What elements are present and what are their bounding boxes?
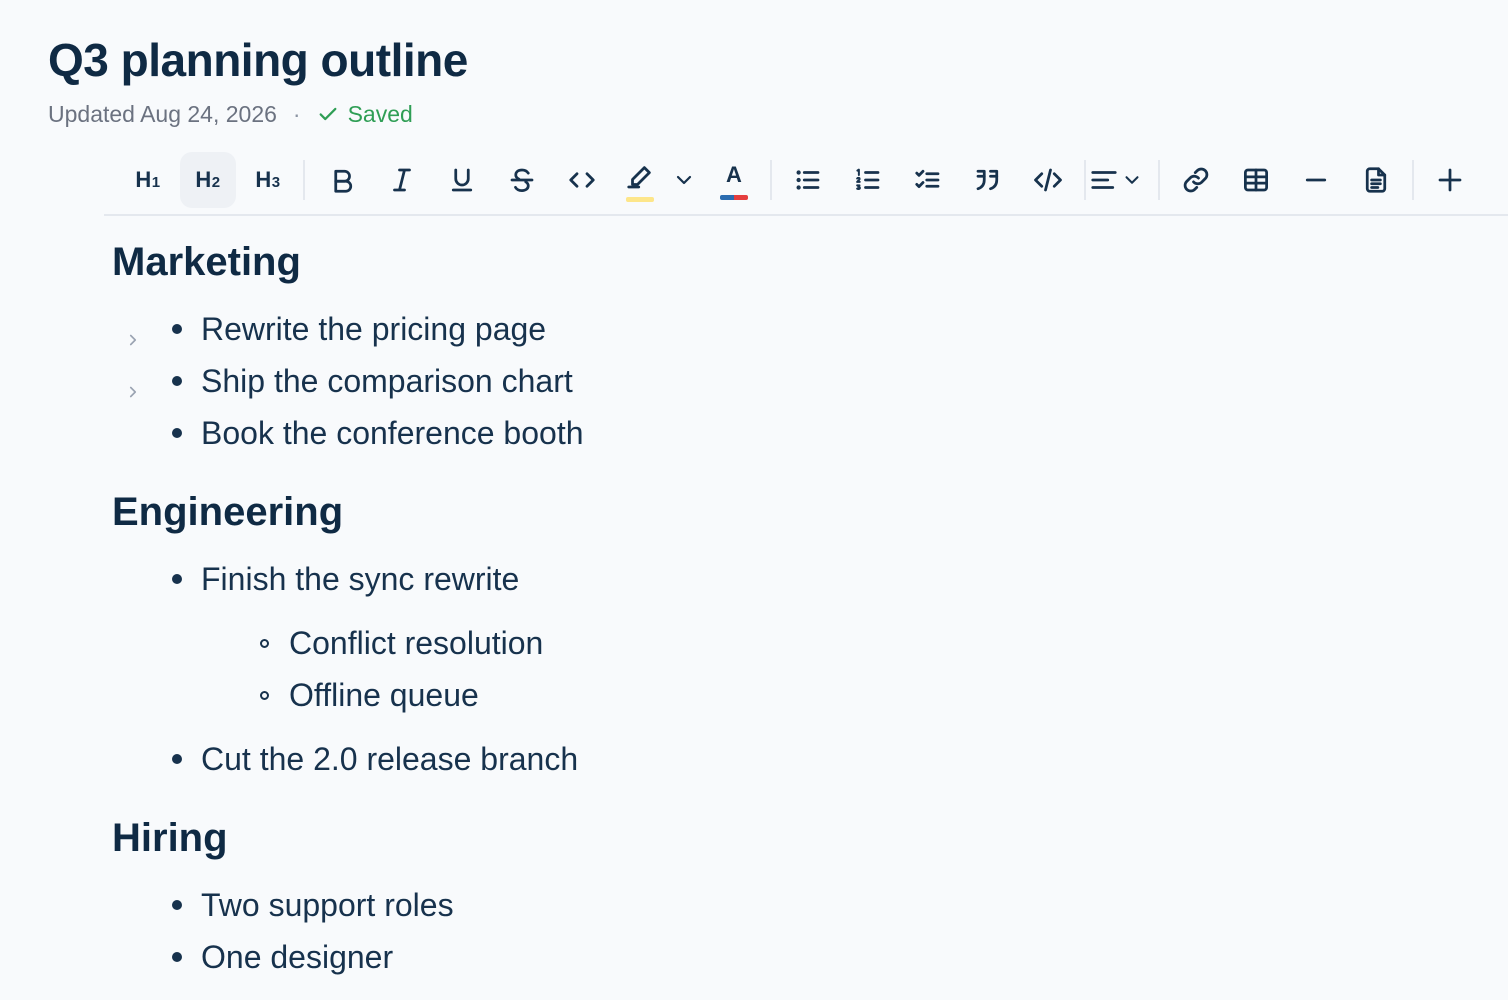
document-button[interactable] <box>1348 152 1404 208</box>
code-block-icon <box>1034 168 1062 192</box>
list-item-text: Rewrite the pricing page <box>201 310 547 347</box>
highlighter-icon <box>627 166 651 189</box>
list-item-text: Ship the comparison chart <box>201 362 573 399</box>
link-button[interactable] <box>1168 152 1224 208</box>
heading-1-label: H1 <box>135 167 161 192</box>
chevron-down-icon <box>676 175 692 185</box>
saved-label: Saved <box>347 100 413 127</box>
task-list-button[interactable] <box>900 152 956 208</box>
text-color-button[interactable]: A <box>706 152 762 208</box>
numbered-list-icon <box>856 168 880 191</box>
list-item[interactable]: One designer <box>112 935 812 979</box>
text-color-icon: A <box>726 162 742 187</box>
code-icon <box>569 172 595 188</box>
horizontal-rule-button[interactable] <box>1288 152 1344 208</box>
plus-icon <box>1438 168 1462 192</box>
page-title: Q3 planning outline <box>48 34 468 86</box>
list-item[interactable]: Cut the 2.0 release branch <box>112 737 812 781</box>
heading-1-button[interactable]: H1 <box>120 152 176 208</box>
list-item-text: Book the conference booth <box>201 414 584 451</box>
highlight-button[interactable] <box>612 152 668 208</box>
bullet-icon <box>172 952 182 962</box>
bullet-icon <box>172 428 182 438</box>
hollow-bullet-icon <box>260 638 269 648</box>
task-list-icon <box>915 169 940 188</box>
list-item[interactable]: Rewrite the pricing page <box>112 307 812 351</box>
text-align-button[interactable] <box>1088 152 1150 208</box>
numbered-list-button[interactable] <box>840 152 896 208</box>
list-item[interactable]: Book the conference booth <box>112 411 812 455</box>
inline-code-button[interactable] <box>554 152 610 208</box>
underline-icon <box>451 168 473 192</box>
toolbar-divider <box>1412 160 1414 200</box>
nested-list-item-text: Conflict resolution <box>289 624 544 661</box>
text-color-swatch <box>720 195 748 200</box>
heading-2-label: H2 <box>195 167 221 192</box>
document-icon <box>1365 167 1387 193</box>
highlight-color-swatch <box>626 197 654 202</box>
align-left-icon <box>1091 171 1117 189</box>
editor-toolbar: H1 H2 H3 A <box>104 148 1508 216</box>
toolbar-divider <box>770 160 772 200</box>
toolbar-divider <box>1158 160 1160 200</box>
bullet-icon <box>172 376 182 386</box>
highlight-dropdown-button[interactable] <box>662 152 706 208</box>
document-meta: Updated Aug 24, 2026 · Saved <box>48 98 468 130</box>
bullet-icon <box>172 754 182 764</box>
list-item-text: One designer <box>201 938 394 975</box>
table-button[interactable] <box>1228 152 1284 208</box>
heading-3-label: H3 <box>255 167 281 192</box>
save-status: Saved <box>317 101 413 128</box>
list-item-text: Cut the 2.0 release branch <box>201 740 579 777</box>
chevron-right-icon <box>129 386 137 398</box>
strikethrough-button[interactable] <box>494 152 550 208</box>
toolbar-divider <box>1084 160 1086 200</box>
underline-button[interactable] <box>434 152 490 208</box>
nested-list-item[interactable]: Conflict resolution <box>112 621 812 665</box>
section-heading-engineering: Engineering <box>112 490 344 534</box>
nested-list-item[interactable]: Offline queue <box>112 673 812 717</box>
expand-toggle[interactable] <box>124 320 142 346</box>
heading-2-button[interactable]: H2 <box>180 152 236 208</box>
list-item-text: Two support roles <box>201 886 454 923</box>
insert-button[interactable] <box>1422 152 1478 208</box>
section-heading-marketing: Marketing <box>112 240 301 284</box>
table-icon <box>1244 168 1268 192</box>
hollow-bullet-icon <box>260 690 269 700</box>
bold-icon <box>334 169 353 193</box>
chevron-right-icon <box>129 334 137 346</box>
list-item[interactable]: Ship the comparison chart <box>112 359 812 403</box>
code-block-button[interactable] <box>1020 152 1076 208</box>
list-item-text: Finish the sync rewrite <box>201 560 520 597</box>
link-icon <box>1183 167 1209 193</box>
meta-separator: · <box>292 100 301 127</box>
chevron-down-icon <box>1125 176 1139 184</box>
italic-button[interactable] <box>374 152 430 208</box>
bullet-icon <box>172 574 182 584</box>
toolbar-divider <box>303 160 305 200</box>
bullet-icon <box>172 324 182 334</box>
nested-list-item-text: Offline queue <box>289 676 479 713</box>
updated-timestamp: Updated Aug 24, 2026 <box>48 100 277 127</box>
check-icon <box>319 107 337 121</box>
list-item[interactable]: Finish the sync rewrite <box>112 557 812 601</box>
section-heading-hiring: Hiring <box>112 816 228 860</box>
heading-3-button[interactable]: H3 <box>240 152 296 208</box>
expand-toggle[interactable] <box>124 372 142 398</box>
bullet-list-button[interactable] <box>780 152 836 208</box>
minus-icon <box>1305 178 1327 182</box>
bold-button[interactable] <box>314 152 370 208</box>
blockquote-button[interactable] <box>960 152 1016 208</box>
list-item[interactable]: Two support roles <box>112 883 812 927</box>
bullet-list-icon <box>796 170 820 190</box>
quote-icon <box>976 169 999 191</box>
bullet-icon <box>172 900 182 910</box>
italic-icon <box>393 168 411 192</box>
strikethrough-icon <box>510 168 534 192</box>
page-header: Q3 planning outline Updated Aug 24, 2026… <box>48 32 468 130</box>
